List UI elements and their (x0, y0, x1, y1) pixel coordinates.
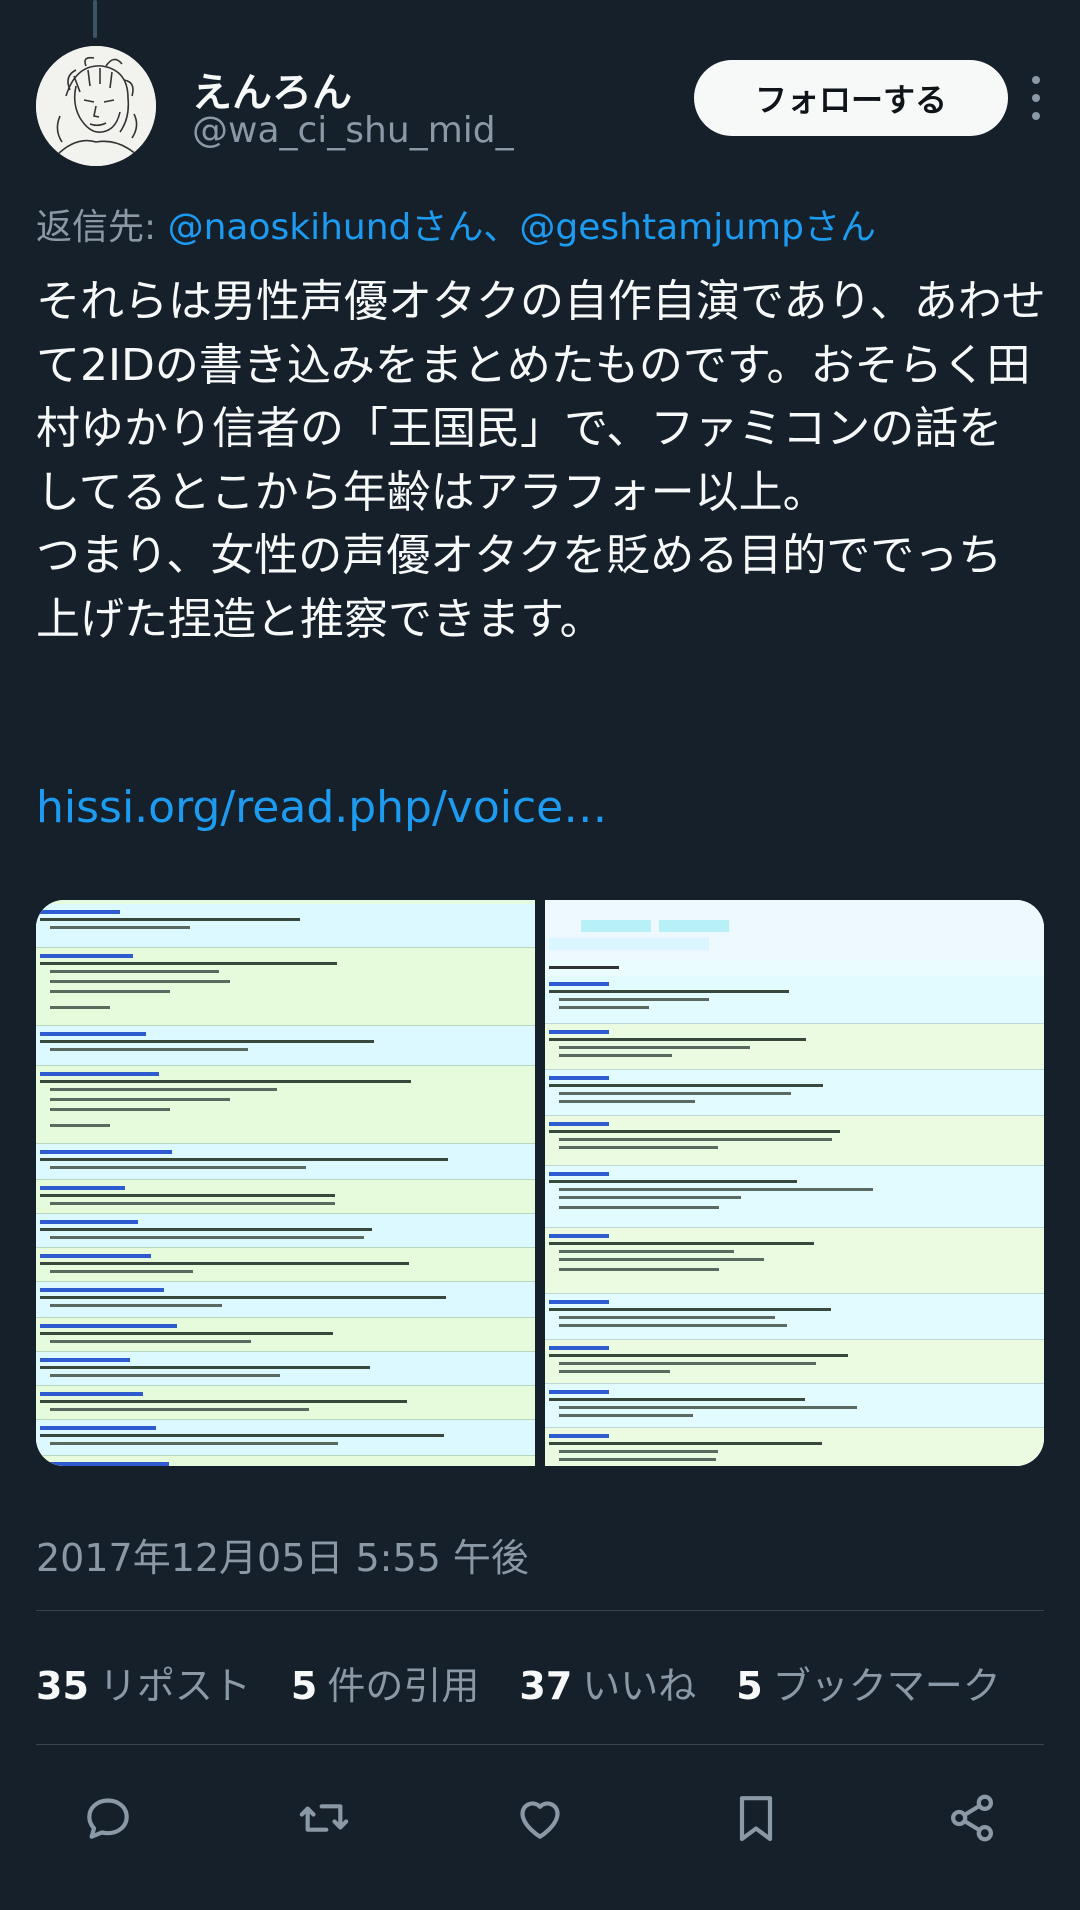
reply-icon[interactable] (68, 1778, 148, 1858)
reposts-count: 35 (36, 1664, 89, 1708)
divider (36, 1610, 1044, 1611)
repost-icon[interactable] (284, 1778, 364, 1858)
bookmarks-label: ブックマーク (772, 1664, 1001, 1708)
tweet-text: それらは男性声優オタクの自作自演であり、あわせて2IDの書き込みをまとめたもので… (36, 276, 1046, 645)
likes-label: いいね (582, 1664, 697, 1708)
reply-prefix: 返信先: (36, 207, 168, 248)
quotes-label: 件の引用 (327, 1664, 480, 1708)
bookmarks-count: 5 (736, 1664, 763, 1708)
share-icon[interactable] (932, 1778, 1012, 1858)
tweet-timestamp[interactable]: 2017年12月05日 5:55 午後 (36, 1527, 529, 1582)
tweet-header: えんろん @wa_ci_shu_mid_ フォローする (36, 46, 1046, 170)
user-handle[interactable]: @wa_ci_shu_mid_ (192, 110, 514, 151)
quotes-stat[interactable]: 5 件の引用 (291, 1655, 479, 1710)
more-vertical-icon[interactable] (1016, 70, 1056, 126)
action-bar (36, 1778, 1044, 1858)
thread-connector (93, 0, 97, 38)
reply-mentions[interactable]: @naoskihundさん、@geshtamjumpさん (168, 207, 876, 248)
avatar[interactable] (36, 46, 156, 166)
like-icon[interactable] (500, 1778, 580, 1858)
attached-image-right[interactable] (545, 900, 1044, 1466)
likes-count: 37 (519, 1664, 573, 1708)
reposts-stat[interactable]: 35 リポスト (36, 1655, 251, 1710)
likes-stat[interactable]: 37 いいね (519, 1655, 696, 1710)
bookmarks-stat[interactable]: 5 ブックマーク (736, 1655, 1000, 1710)
quotes-count: 5 (290, 1664, 318, 1708)
tweet-detail-page: えんろん @wa_ci_shu_mid_ フォローする 返信先: @naoski… (0, 0, 1080, 1910)
attached-image-left[interactable] (36, 900, 535, 1466)
tweet-link[interactable]: hissi.org/read.php/voice… (36, 782, 607, 833)
engagement-stats: 35 リポスト 5 件の引用 37 いいね 5 ブックマーク (36, 1655, 1001, 1710)
reply-context: 返信先: @naoskihundさん、@geshtamjumpさん (36, 198, 1036, 250)
divider (36, 1744, 1044, 1745)
follow-button[interactable]: フォローする (694, 60, 1008, 136)
bookmark-icon[interactable] (716, 1778, 796, 1858)
reposts-label: リポスト (98, 1664, 251, 1708)
media-grid (36, 900, 1044, 1466)
